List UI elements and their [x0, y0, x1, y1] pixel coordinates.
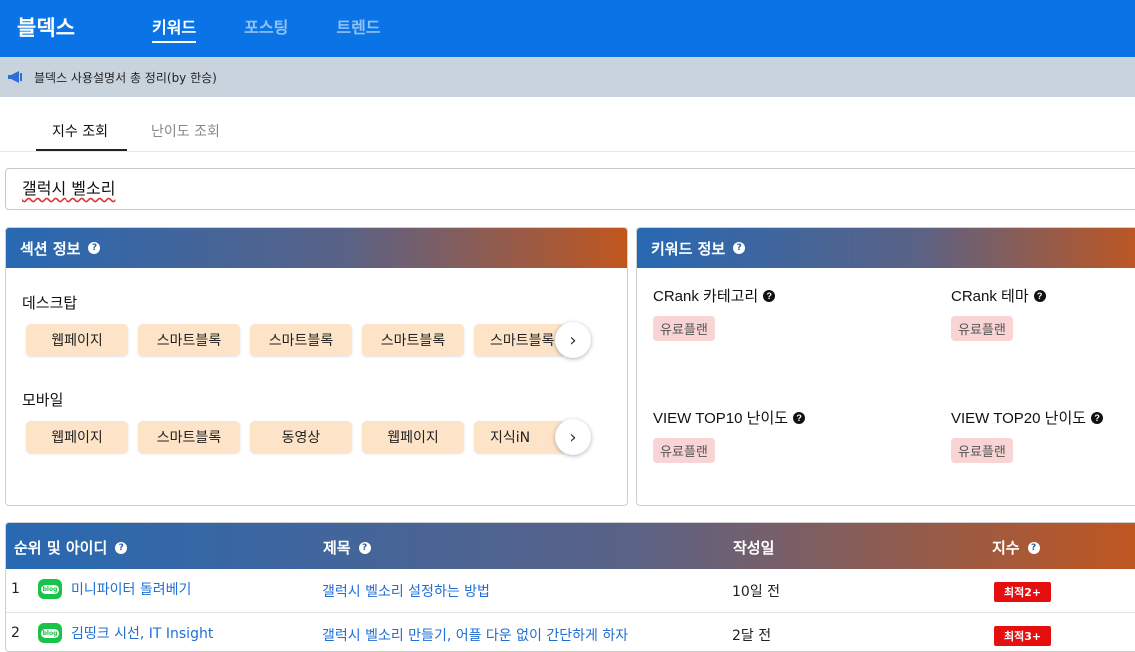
results-table: 순위 및 아이디? 제목? 작성일 지수? 1 blog 미니파이터 돌려베기 … — [5, 522, 1135, 652]
search-value-rest: 벨소리 — [66, 179, 116, 198]
nav-keyword[interactable]: 키워드 — [152, 14, 197, 43]
nav-trend[interactable]: 트렌드 — [336, 14, 380, 43]
post-date: 2달 전 — [732, 628, 772, 644]
index-badge: 최적3+ — [994, 626, 1052, 646]
table-row: 2 blog 김띵크 시선, IT Insight 갤럭시 벨소리 만들기, 어… — [6, 613, 1135, 651]
nav-posting[interactable]: 포스팅 — [244, 14, 288, 43]
col-date: 작성일 — [733, 539, 775, 557]
post-date: 10일 전 — [732, 584, 781, 600]
paid-plan-badge[interactable]: 유료플랜 — [951, 438, 1013, 463]
help-icon[interactable]: ? — [793, 411, 806, 424]
section-chip: 스마트블록 — [474, 324, 566, 356]
section-info-title: 섹션 정보 — [20, 239, 81, 258]
mobile-label: 모바일 — [22, 391, 64, 409]
megaphone-icon — [8, 71, 22, 83]
post-title-link[interactable]: 갤럭시 벨소리 만들기, 어플 다운 없이 간단하게 하자 — [322, 625, 628, 645]
mobile-chip-row: 웹페이지 스마트블록 동영상 웹페이지 지식iN — [26, 421, 566, 453]
help-icon[interactable]: ? — [1027, 541, 1040, 554]
top-bar: 블덱스 키워드 포스팅 트렌드 — [0, 0, 1135, 57]
desktop-next-button[interactable]: › — [555, 322, 591, 358]
paid-plan-badge[interactable]: 유료플랜 — [951, 316, 1013, 341]
blog-name-link[interactable]: 미니파이터 돌려베기 — [71, 579, 191, 599]
desktop-label: 데스크탑 — [22, 294, 78, 312]
desktop-chip-row: 웹페이지 스마트블록 스마트블록 스마트블록 스마트블록 — [26, 324, 566, 356]
col-rank-id: 순위 및 아이디 — [14, 539, 108, 557]
table-row: 1 blog 미니파이터 돌려베기 갤럭시 벨소리 설정하는 방법 10일 전 … — [6, 569, 1135, 613]
help-icon[interactable]: ? — [763, 289, 776, 302]
notice-text: 블덱스 사용설명서 총 정리(by 한승) — [34, 70, 217, 85]
col-title: 제목 — [323, 539, 351, 557]
section-chip: 웹페이지 — [26, 324, 128, 356]
section-chip: 스마트블록 — [138, 324, 240, 356]
post-title-link[interactable]: 갤럭시 벨소리 설정하는 방법 — [322, 581, 490, 601]
chevron-right-icon: › — [569, 329, 577, 351]
section-chip: 스마트블록 — [362, 324, 464, 356]
crank-theme-title: CRank 테마 — [951, 288, 1029, 305]
section-chip: 웹페이지 — [362, 421, 464, 453]
brand-logo[interactable]: 블덱스 — [17, 12, 75, 42]
paid-plan-badge[interactable]: 유료플랜 — [653, 438, 715, 463]
blog-cell: blog 김띵크 시선, IT Insight — [38, 623, 213, 643]
keyword-info-title: 키워드 정보 — [651, 239, 726, 258]
crank-theme-item: CRank 테마? 유료플랜 — [951, 285, 1046, 341]
section-chip: 스마트블록 — [250, 324, 352, 356]
rank-number: 1 — [11, 581, 20, 597]
blog-icon-text: blog — [40, 584, 60, 594]
view-top20-item: VIEW TOP20 난이도? 유료플랜 — [951, 407, 1104, 463]
view-top10-item: VIEW TOP10 난이도? 유료플랜 — [653, 407, 806, 463]
blog-icon-text: blog — [40, 628, 60, 638]
crank-category-title: CRank 카테고리 — [653, 288, 759, 305]
help-icon[interactable]: ? — [1033, 289, 1046, 302]
blog-icon: blog — [38, 623, 62, 643]
main-nav: 키워드 포스팅 트렌드 — [152, 14, 429, 43]
section-info-header: 섹션 정보 ? — [6, 228, 627, 268]
col-index: 지수 — [992, 539, 1020, 557]
tab-difficulty-lookup[interactable]: 난이도 조회 — [151, 121, 220, 141]
section-chip: 지식iN — [474, 421, 566, 453]
table-header: 순위 및 아이디? 제목? 작성일 지수? — [6, 523, 1135, 569]
mobile-next-button[interactable]: › — [555, 419, 591, 455]
help-icon[interactable]: ? — [733, 242, 746, 254]
blog-icon: blog — [38, 579, 62, 599]
chevron-right-icon: › — [569, 426, 577, 448]
crank-category-item: CRank 카테고리? 유료플랜 — [653, 285, 776, 341]
view-top20-title: VIEW TOP20 난이도 — [951, 410, 1087, 427]
help-icon[interactable]: ? — [1091, 411, 1104, 424]
blog-cell: blog 미니파이터 돌려베기 — [38, 579, 191, 599]
blog-name-link[interactable]: 김띵크 시선, IT Insight — [71, 623, 213, 643]
section-chip: 웹페이지 — [26, 421, 128, 453]
help-icon[interactable]: ? — [115, 541, 128, 554]
keyword-search-input[interactable]: 갤럭시 벨소리 — [5, 168, 1135, 210]
help-icon[interactable]: ? — [88, 242, 101, 254]
section-chip: 스마트블록 — [138, 421, 240, 453]
keyword-info-header: 키워드 정보 ? — [637, 228, 1135, 268]
rank-number: 2 — [11, 625, 20, 641]
section-chip: 동영상 — [250, 421, 352, 453]
tab-index-lookup[interactable]: 지수 조회 — [52, 121, 108, 141]
view-top10-title: VIEW TOP10 난이도 — [653, 410, 789, 427]
search-value-main: 갤럭시 — [22, 179, 67, 198]
notice-bar[interactable]: 블덱스 사용설명서 총 정리(by 한승) — [0, 57, 1135, 97]
sub-tabs: 지수 조회 난이도 조회 — [0, 97, 1135, 152]
paid-plan-badge[interactable]: 유료플랜 — [653, 316, 715, 341]
section-info-panel: 섹션 정보 ? 데스크탑 웹페이지 스마트블록 스마트블록 스마트블록 스마트블… — [5, 227, 628, 506]
help-icon[interactable]: ? — [358, 541, 371, 554]
keyword-info-panel: 키워드 정보 ? CRank 카테고리? 유료플랜 CRank 테마? 유료플랜… — [636, 227, 1135, 506]
index-badge: 최적2+ — [994, 582, 1052, 602]
active-tab-underline — [36, 149, 127, 151]
